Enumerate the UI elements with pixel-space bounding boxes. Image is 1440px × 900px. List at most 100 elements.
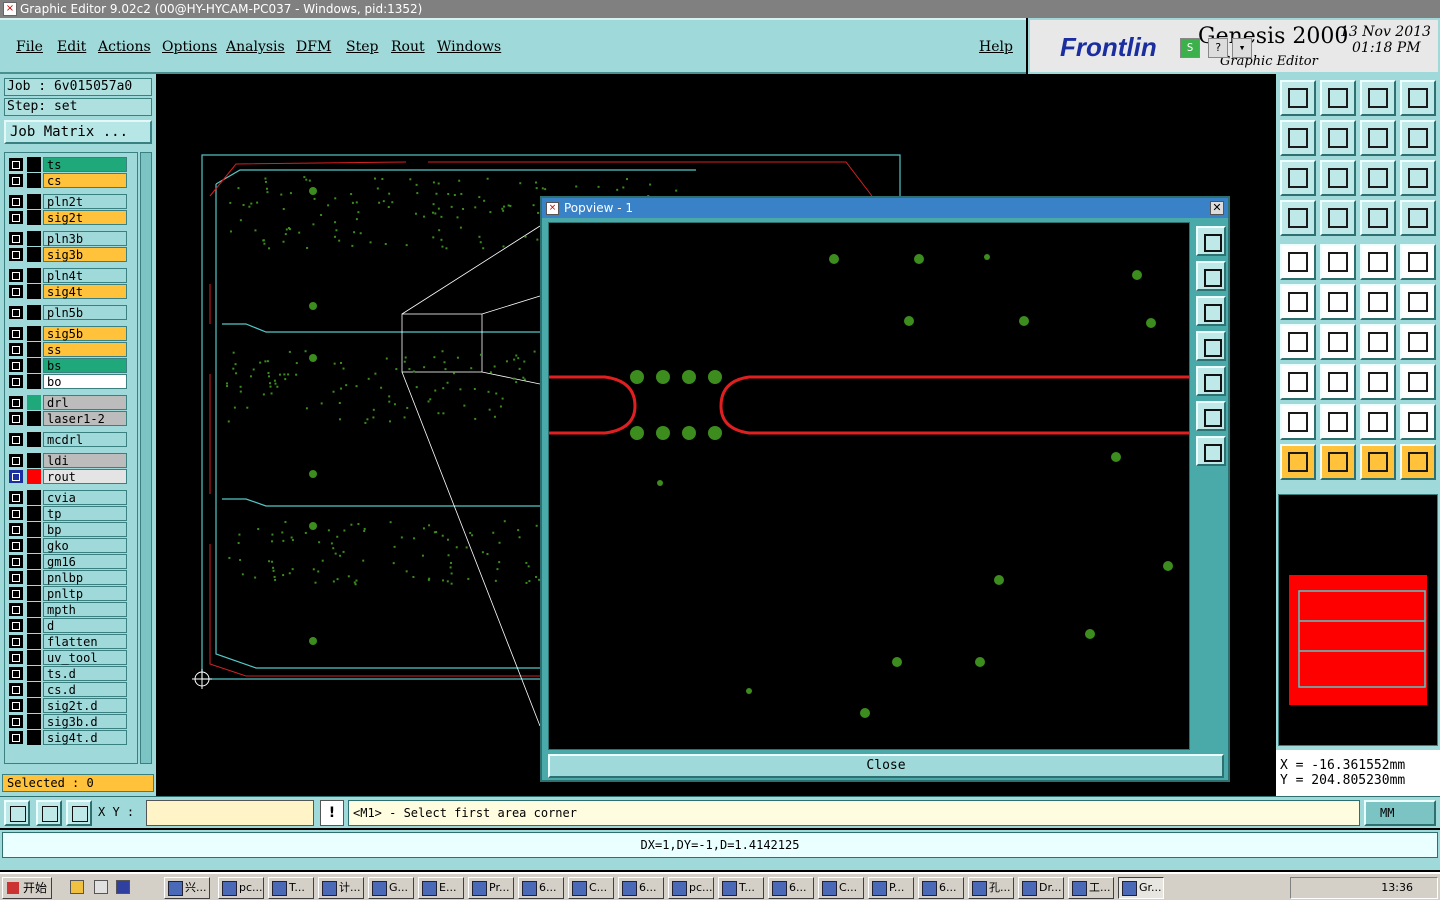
arc-connect-button[interactable] xyxy=(1360,284,1396,320)
layer-name[interactable]: bo xyxy=(43,374,127,389)
layer-row[interactable]: ts xyxy=(5,157,135,172)
layer-checkbox[interactable] xyxy=(9,454,23,467)
layer-name[interactable]: d xyxy=(43,618,127,633)
layer-row[interactable]: mpth xyxy=(5,602,135,617)
layer-checkbox[interactable] xyxy=(9,571,23,584)
layer-name[interactable]: bp xyxy=(43,522,127,537)
layer-name[interactable]: pln3b xyxy=(43,231,127,246)
layer-row[interactable]: ts.d xyxy=(5,666,135,681)
taskbar-item[interactable]: E... xyxy=(418,877,464,899)
layer-row[interactable]: bo xyxy=(5,374,135,389)
warning-icon[interactable]: ! xyxy=(320,800,344,826)
layer-row[interactable]: pln4t xyxy=(5,268,135,283)
measure-button[interactable] xyxy=(36,800,62,826)
circle-button[interactable] xyxy=(1400,244,1436,280)
connect-button[interactable] xyxy=(1280,284,1316,320)
layer-checkbox[interactable] xyxy=(9,359,23,372)
layer-name[interactable]: tp xyxy=(43,506,127,521)
quicklaunch-doc-icon[interactable] xyxy=(94,880,108,894)
layer-name[interactable]: drl xyxy=(43,395,127,410)
layer-row[interactable]: bs xyxy=(5,358,135,373)
triangle-b-button[interactable] xyxy=(1360,404,1396,440)
layer-name[interactable]: pln4t xyxy=(43,268,127,283)
brand-dropdown-button[interactable]: ▾ xyxy=(1232,38,1252,58)
layer-checkbox[interactable] xyxy=(9,555,23,568)
layer-name[interactable]: ss xyxy=(43,342,127,357)
popview-close-icon[interactable]: ✕ xyxy=(1210,201,1224,215)
layer-name[interactable]: laser1-2 xyxy=(43,411,127,426)
layer-row[interactable]: d xyxy=(5,618,135,633)
layer-row[interactable]: sig2t.d xyxy=(5,698,135,713)
layer-name[interactable]: pln2t xyxy=(43,194,127,209)
layer-select-button[interactable] xyxy=(1360,200,1396,236)
layer-name[interactable]: sig3b xyxy=(43,247,127,262)
taskbar-item[interactable]: 计... xyxy=(318,877,364,899)
layer-row[interactable]: sig5b xyxy=(5,326,135,341)
layer-checkbox[interactable] xyxy=(9,651,23,664)
layer-row[interactable]: sig3b xyxy=(5,247,135,262)
menu-options[interactable]: Options xyxy=(162,39,217,55)
menu-edit[interactable]: Edit xyxy=(57,39,86,55)
layer-checkbox[interactable] xyxy=(9,211,23,224)
taskbar-item[interactable]: T... xyxy=(268,877,314,899)
layer-select-alt-button[interactable] xyxy=(1400,200,1436,236)
layer-row[interactable]: flatten xyxy=(5,634,135,649)
menu-rout[interactable]: Rout xyxy=(391,39,425,55)
taskbar-item[interactable]: P... xyxy=(868,877,914,899)
layer-checkbox[interactable] xyxy=(9,285,23,298)
menu-step[interactable]: Step xyxy=(346,39,378,55)
menu-windows[interactable]: Windows xyxy=(437,39,501,55)
layer-name[interactable]: pnltp xyxy=(43,586,127,601)
units-selector[interactable]: MM xyxy=(1364,800,1436,826)
help-query-button[interactable]: ? xyxy=(1208,38,1228,58)
taskbar-item[interactable]: 6... xyxy=(518,877,564,899)
scale-1-2-button[interactable] xyxy=(1360,160,1396,196)
layer-row[interactable]: pln2t xyxy=(5,194,135,209)
layer-checkbox[interactable] xyxy=(9,158,23,171)
layer-row[interactable]: cvia xyxy=(5,490,135,505)
midline-button[interactable] xyxy=(1320,364,1356,400)
popview-zoom-center-button[interactable] xyxy=(1196,436,1226,466)
save-button[interactable] xyxy=(1320,80,1356,116)
pan-left-button[interactable] xyxy=(1280,120,1316,156)
layer-row[interactable]: pnlbp xyxy=(5,570,135,585)
open-job-button[interactable] xyxy=(1280,80,1316,116)
route-node-button[interactable] xyxy=(1400,444,1436,480)
menu-dfm[interactable]: DFM xyxy=(296,39,331,55)
layer-checkbox[interactable] xyxy=(9,731,23,744)
taskbar-item[interactable]: 工... xyxy=(1068,877,1114,899)
overview-map[interactable] xyxy=(1278,494,1438,746)
layer-checkbox[interactable] xyxy=(9,195,23,208)
layer-row[interactable]: tp xyxy=(5,506,135,521)
taskbar-item[interactable]: 6... xyxy=(618,877,664,899)
layer-name[interactable]: uv_tool xyxy=(43,650,127,665)
snap-point-button[interactable] xyxy=(1280,364,1316,400)
layer-name[interactable]: ts.d xyxy=(43,666,127,681)
layer-checkbox[interactable] xyxy=(9,507,23,520)
layer-name[interactable]: gko xyxy=(43,538,127,553)
taskbar-item[interactable]: Gr... xyxy=(1118,877,1164,899)
layer-checkbox[interactable] xyxy=(9,683,23,696)
add-pad-button[interactable] xyxy=(1280,244,1316,280)
layer-row[interactable]: drl xyxy=(5,395,135,410)
slash-button[interactable] xyxy=(1320,324,1356,360)
triangle-a-button[interactable] xyxy=(1320,404,1356,440)
layer-checkbox[interactable] xyxy=(9,619,23,632)
quicklaunch-clock-icon[interactable] xyxy=(70,880,84,894)
dimension-button[interactable] xyxy=(1360,364,1396,400)
layer-checkbox[interactable] xyxy=(9,248,23,261)
layer-row[interactable]: gko xyxy=(5,538,135,553)
layer-checkbox[interactable] xyxy=(9,491,23,504)
layer-checkbox[interactable] xyxy=(9,306,23,319)
layer-checkbox[interactable] xyxy=(9,269,23,282)
layer-checkbox[interactable] xyxy=(9,327,23,340)
layer-name[interactable]: ldi xyxy=(43,453,127,468)
layer-row[interactable]: rout xyxy=(5,469,135,484)
layer-row[interactable]: ldi xyxy=(5,453,135,468)
xy-input[interactable] xyxy=(146,800,314,826)
layer-checkbox[interactable] xyxy=(9,539,23,552)
layer-name[interactable]: sig3b.d xyxy=(43,714,127,729)
quicklaunch-app-icon[interactable] xyxy=(116,880,130,894)
layer-name[interactable]: mcdrl xyxy=(43,432,127,447)
layer-name[interactable]: sig5b xyxy=(43,326,127,341)
